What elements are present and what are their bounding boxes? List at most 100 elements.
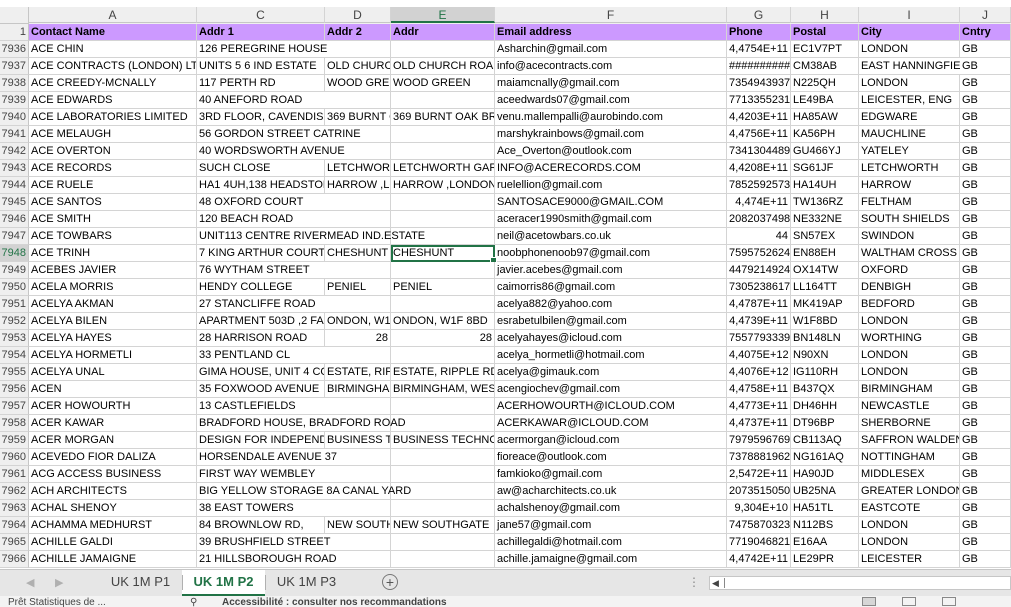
cell[interactable]: 40 ANEFORD ROAD xyxy=(197,92,325,109)
cell[interactable]: 4,4076E+12 xyxy=(727,364,791,381)
sheet-tab[interactable]: UK 1M P1 xyxy=(99,570,182,594)
cell[interactable]: famkioko@gmail.com xyxy=(495,466,727,483)
cell[interactable]: 4,4787E+11 xyxy=(727,296,791,313)
cell[interactable]: CHESHUNT xyxy=(391,245,495,262)
cell[interactable]: LONDON xyxy=(859,313,960,330)
cell[interactable] xyxy=(391,415,495,432)
cell[interactable]: WOOD GREEN xyxy=(391,75,495,92)
cell[interactable]: 56 GORDON STREET CATRINE xyxy=(197,126,361,143)
page-layout-icon[interactable] xyxy=(902,597,916,606)
cell[interactable]: ONDON, W1 xyxy=(325,313,391,330)
header-cell[interactable]: Addr 2 xyxy=(325,24,391,41)
row-header[interactable]: 7941 xyxy=(0,126,29,143)
cell[interactable]: GB xyxy=(960,245,1011,262)
column-header-f[interactable]: F xyxy=(495,7,727,23)
cell[interactable]: LETCHWORTH GARD xyxy=(391,160,495,177)
cell[interactable]: ESTATE, RIPP xyxy=(325,364,391,381)
row-header[interactable]: 7962 xyxy=(0,483,29,500)
accessibility-status[interactable]: Accessibilité : consulter nos recommanda… xyxy=(222,597,447,607)
cell[interactable]: 28 HARRISON ROAD xyxy=(197,330,325,347)
cell[interactable]: ACEVEDO FIOR DALIZA xyxy=(29,449,197,466)
cell[interactable]: GB xyxy=(960,483,1011,500)
cell[interactable]: MK419AP xyxy=(791,296,859,313)
cell[interactable]: OLD CHURCH xyxy=(325,58,391,75)
cell[interactable] xyxy=(391,347,495,364)
cell[interactable]: acengiochev@gmail.com xyxy=(495,381,727,398)
cell[interactable]: 4,4203E+11 xyxy=(727,109,791,126)
cell[interactable]: 126 PEREGRINE HOUSE xyxy=(197,41,327,58)
header-cell[interactable]: Postal xyxy=(791,24,859,41)
cell[interactable]: HARROW ,LONDON xyxy=(391,177,495,194)
cell[interactable]: 117 PERTH RD xyxy=(197,75,325,92)
cell[interactable]: CM38AB xyxy=(791,58,859,75)
cell[interactable] xyxy=(325,398,391,415)
cell[interactable]: WALTHAM CROSS xyxy=(859,245,960,262)
cell[interactable] xyxy=(391,92,495,109)
cell[interactable]: 4479214924 xyxy=(727,262,791,279)
cell[interactable]: 4,4742E+11 xyxy=(727,551,791,568)
cell[interactable]: ACE RECORDS xyxy=(29,160,197,177)
cell[interactable]: aw@acharchitects.co.uk xyxy=(495,483,727,500)
cell[interactable]: WORTHING xyxy=(859,330,960,347)
cell[interactable]: HA51TL xyxy=(791,500,859,517)
cell[interactable]: ACELYA UNAL xyxy=(29,364,197,381)
column-header-e[interactable]: E xyxy=(391,7,495,23)
cell[interactable]: SG61JF xyxy=(791,160,859,177)
cell[interactable]: GB xyxy=(960,296,1011,313)
cell[interactable]: UNITS 5 6 IND ESTATE xyxy=(197,58,325,75)
cell[interactable] xyxy=(391,449,495,466)
header-cell[interactable]: Contact Name xyxy=(29,24,197,41)
cell[interactable]: ruelellion@gmail.com xyxy=(495,177,727,194)
cell[interactable]: 4,4075E+12 xyxy=(727,347,791,364)
cell[interactable]: ACE OVERTON xyxy=(29,143,197,160)
cell[interactable]: GB xyxy=(960,75,1011,92)
cell[interactable]: EC1V7PT xyxy=(791,41,859,58)
cell[interactable]: SUCH CLOSE xyxy=(197,160,325,177)
cell[interactable]: IG110RH xyxy=(791,364,859,381)
cell[interactable]: noobphonenoob97@gmail.com xyxy=(495,245,727,262)
cell[interactable]: Ace_Overton@outlook.com xyxy=(495,143,727,160)
column-header-h[interactable]: H xyxy=(791,7,859,23)
cell[interactable]: aceracer1990smith@gmail.com xyxy=(495,211,727,228)
cell[interactable]: LETCHWORT xyxy=(325,160,391,177)
cell[interactable] xyxy=(325,500,391,517)
cell[interactable]: ACHAMMA MEDHURST xyxy=(29,517,197,534)
cell[interactable]: LONDON xyxy=(859,517,960,534)
cell[interactable]: HA90JD xyxy=(791,466,859,483)
cell[interactable]: ACE EDWARDS xyxy=(29,92,197,109)
cell[interactable]: 7 KING ARTHUR COURT xyxy=(197,245,325,262)
cell[interactable] xyxy=(325,347,391,364)
cell[interactable]: 28 xyxy=(325,330,391,347)
cell[interactable]: neil@acetowbars.co.uk xyxy=(495,228,727,245)
cell[interactable]: E16AA xyxy=(791,534,859,551)
cell[interactable]: 7354943937 xyxy=(727,75,791,92)
row-header[interactable]: 7943 xyxy=(0,160,29,177)
cell[interactable]: HA14UH xyxy=(791,177,859,194)
scroll-thumb[interactable] xyxy=(724,578,1005,588)
cell[interactable] xyxy=(391,296,495,313)
cell[interactable]: ACELYA BILEN xyxy=(29,313,197,330)
cell[interactable]: 2082037498 xyxy=(727,211,791,228)
row-header[interactable]: 7939 xyxy=(0,92,29,109)
cell[interactable]: achille.jamaigne@gmail.com xyxy=(495,551,727,568)
cell[interactable]: ACE CONTRACTS (LONDON) LTD xyxy=(29,58,197,75)
cell[interactable]: ACG ACCESS BUSINESS xyxy=(29,466,197,483)
cell[interactable]: SN57EX xyxy=(791,228,859,245)
cell[interactable]: BEDFORD xyxy=(859,296,960,313)
cell[interactable]: ACEN xyxy=(29,381,197,398)
column-header-i[interactable]: I xyxy=(859,7,960,23)
cell[interactable]: ACE SANTOS xyxy=(29,194,197,211)
cell[interactable]: ACER KAWAR xyxy=(29,415,197,432)
cell[interactable]: 84 BROWNLOW RD, xyxy=(197,517,325,534)
cell[interactable]: GB xyxy=(960,262,1011,279)
cell[interactable]: GU466YJ xyxy=(791,143,859,160)
row-header[interactable]: 7956 xyxy=(0,381,29,398)
cell[interactable]: GB xyxy=(960,534,1011,551)
cell[interactable]: BIRMINGHAM xyxy=(859,381,960,398)
page-break-icon[interactable] xyxy=(942,597,956,606)
cell[interactable]: 7341304489 xyxy=(727,143,791,160)
cell[interactable]: GB xyxy=(960,398,1011,415)
cell[interactable]: ACER HOWOURTH xyxy=(29,398,197,415)
cell[interactable]: GB xyxy=(960,211,1011,228)
row-header[interactable]: 7958 xyxy=(0,415,29,432)
